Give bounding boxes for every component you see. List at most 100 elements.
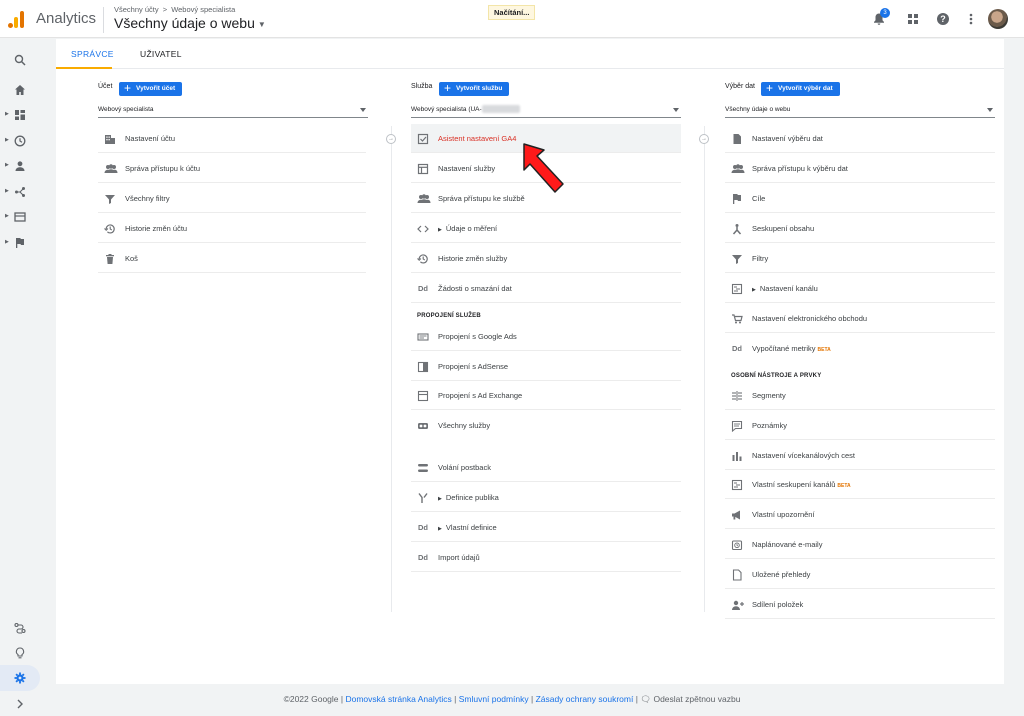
expand-acquisition[interactable]: ▶ <box>5 188 9 194</box>
account-select[interactable]: Webový specialista <box>98 104 368 118</box>
expand-realtime[interactable]: ▶ <box>5 137 9 143</box>
tracking-info-text: Údaje o měření <box>445 224 498 233</box>
scheduled-emails-item[interactable]: Naplánované e-maily <box>725 530 995 559</box>
divider <box>103 7 104 33</box>
help-icon[interactable]: ? <box>936 12 950 26</box>
ecommerce-settings-item[interactable]: Nastavení elektronického obchodu <box>725 304 995 333</box>
ads-icon <box>417 331 429 343</box>
google-ads-link-item[interactable]: Propojení s Google Ads <box>411 322 681 351</box>
dd-icon: Dd <box>418 284 428 293</box>
property-history-label: Historie změn služby <box>438 254 508 263</box>
attribution-icon[interactable] <box>14 622 26 634</box>
clock-icon <box>731 539 743 551</box>
behavior-icon[interactable] <box>14 211 26 223</box>
custom-alerts-label: Vlastní upozornění <box>752 510 815 519</box>
checkbox-icon <box>417 133 429 145</box>
beta-badge: BETA <box>837 483 851 489</box>
account-settings-item[interactable]: Nastavení účtu <box>98 124 366 153</box>
dropdown-arrow-icon <box>673 108 679 112</box>
clock-icon[interactable] <box>14 135 26 147</box>
avatar[interactable] <box>988 9 1008 29</box>
breadcrumb-all-accounts[interactable]: Všechny účty <box>114 5 159 14</box>
share-assets-item[interactable]: Sdílení položek <box>725 590 995 619</box>
account-history-item[interactable]: Historie změn účtu <box>98 214 366 243</box>
account-history-label: Historie změn účtu <box>125 224 188 233</box>
product-linking-heading: PROPOJENÍ SLUŽEB <box>417 313 481 319</box>
create-account-button[interactable]: Vytvořit účet <box>119 81 183 96</box>
view-select[interactable]: Všechny údaje o webu <box>725 104 995 118</box>
channel-settings-item[interactable]: ▶ Nastavení kanálu <box>725 274 995 303</box>
custom-definitions-item[interactable]: Dd ▶ Vlastní definice <box>411 513 681 542</box>
view-filters-item[interactable]: Filtry <box>725 244 995 273</box>
content-grouping-item[interactable]: Seskupení obsahu <box>725 214 995 243</box>
gear-icon[interactable] <box>14 672 26 684</box>
dashboard-icon[interactable] <box>14 109 26 121</box>
view-access-item[interactable]: Správa přístupu k výběru dat <box>725 154 995 183</box>
data-deletion-item[interactable]: Dd Žádosti o smazání dat <box>411 274 681 303</box>
search-icon[interactable] <box>14 54 26 66</box>
mcf-settings-item[interactable]: Nastavení vícekanálových cest <box>725 441 995 470</box>
data-import-item[interactable]: Dd Import údajů <box>411 543 681 572</box>
create-view-button[interactable]: Vytvořit výběr dat <box>761 81 840 96</box>
terms-link[interactable]: Smluvní podmínky <box>459 694 529 704</box>
apps-grid-icon[interactable] <box>906 12 920 26</box>
custom-channel-grouping-item[interactable]: Vlastní seskupení kanálů BETA <box>725 470 995 499</box>
saved-reports-item[interactable]: Uložené přehledy <box>725 560 995 589</box>
active-tab-indicator <box>56 67 112 69</box>
acquisition-icon[interactable] <box>14 186 26 198</box>
code-icon <box>417 223 429 235</box>
account-access-item[interactable]: Správa přístupu k účtu <box>98 154 366 183</box>
adexchange-link-item[interactable]: Propojení s Ad Exchange <box>411 381 681 410</box>
property-select[interactable]: Webový specialista (UA- <box>411 104 681 118</box>
breadcrumb-account[interactable]: Webový specialista <box>171 5 235 14</box>
analytics-home-link[interactable]: Domovská stránka Analytics <box>345 694 451 704</box>
expand-conversions[interactable]: ▶ <box>5 239 9 245</box>
channel-settings-label: ▶ Nastavení kanálu <box>752 284 818 293</box>
view-settings-item[interactable]: Nastavení výběru dat <box>725 124 995 153</box>
view-settings-label: Nastavení výběru dat <box>752 134 823 143</box>
dd-icon: Dd <box>418 523 428 532</box>
more-vert-icon[interactable] <box>964 12 978 26</box>
trash-item[interactable]: Koš <box>98 244 366 273</box>
goals-item[interactable]: Cíle <box>725 184 995 213</box>
document-icon <box>731 133 743 145</box>
custom-alerts-item[interactable]: Vlastní upozornění <box>725 500 995 529</box>
tracking-info-label: ▶ Údaje o měření <box>438 224 497 233</box>
beta-badge: BETA <box>817 347 831 353</box>
calculated-metrics-item[interactable]: Dd Vypočítané metriky BETA <box>725 334 995 363</box>
ecommerce-settings-label: Nastavení elektronického obchodu <box>752 314 868 323</box>
lightbulb-icon[interactable] <box>14 647 26 659</box>
view-selector[interactable]: Všechny údaje o webu ▼ <box>114 15 266 31</box>
all-products-item[interactable]: Všechny služby <box>411 411 681 440</box>
people-icon <box>731 163 745 175</box>
history-icon <box>417 253 429 265</box>
dd-icon: Dd <box>732 344 742 353</box>
feedback-button[interactable]: 🗨 Odeslat zpětnou vazbu <box>640 694 740 704</box>
audience-definitions-item[interactable]: ▶ Definice publika <box>411 483 681 512</box>
flag-icon[interactable] <box>14 237 26 249</box>
adsense-link-item[interactable]: Propojení s AdSense <box>411 352 681 381</box>
tab-admin[interactable]: SPRÁVCE <box>71 49 114 59</box>
expand-audience[interactable]: ▶ <box>5 162 9 168</box>
analytics-logo-icon[interactable] <box>8 10 26 28</box>
home-icon[interactable] <box>14 84 26 96</box>
privacy-link[interactable]: Zásady ochrany soukromí <box>536 694 634 704</box>
trash-icon <box>104 253 116 265</box>
all-filters-item[interactable]: Všechny filtry <box>98 184 366 213</box>
segments-item[interactable]: Segmenty <box>725 381 995 410</box>
person-icon[interactable] <box>14 160 26 172</box>
custom-definitions-text: Vlastní definice <box>445 523 497 532</box>
property-history-item[interactable]: Historie změn služby <box>411 244 681 273</box>
create-property-button[interactable]: Vytvořit službu <box>439 81 510 96</box>
flag-icon <box>731 193 743 205</box>
arrow-right-icon: → <box>699 134 709 144</box>
tracking-info-item[interactable]: ▶ Údaje o měření <box>411 214 681 243</box>
adexchange-link-label: Propojení s Ad Exchange <box>438 391 523 400</box>
expand-customization[interactable]: ▶ <box>5 111 9 117</box>
property-access-label: Správa přístupu ke službě <box>438 194 525 203</box>
annotations-item[interactable]: Poznámky <box>725 411 995 440</box>
tab-user[interactable]: UŽIVATEL <box>140 49 182 59</box>
postbacks-item[interactable]: Volání postback <box>411 453 681 482</box>
brand-name[interactable]: Analytics <box>36 10 96 27</box>
expand-behavior[interactable]: ▶ <box>5 213 9 219</box>
